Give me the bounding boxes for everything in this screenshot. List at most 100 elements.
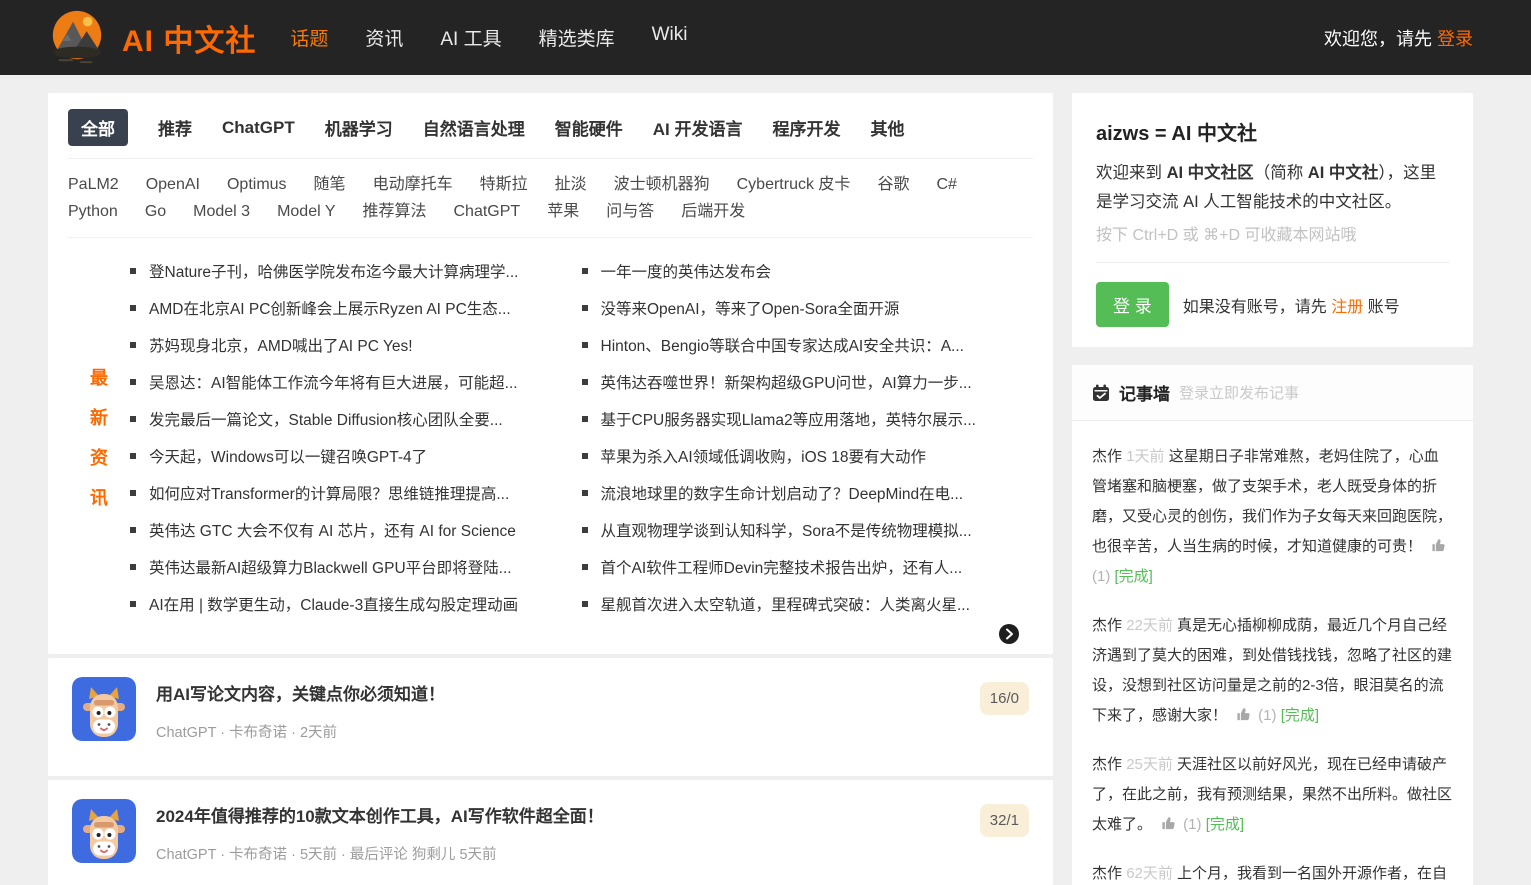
square-bullet-icon [582,453,588,459]
note-author[interactable]: 杰作 [1092,865,1122,882]
news-link[interactable]: 首个AI软件工程师Devin完整技术报告出炉，还有人... [601,556,963,578]
news-link[interactable]: 今天起，Windows可以一键召唤GPT-4了 [149,445,427,467]
square-bullet-icon [582,305,588,311]
news-column-1: 登Nature子刊，哈佛医学院发布迄今最大计算病理学... AMD在北京AI PC… [130,252,582,622]
secondary-filter-tag[interactable]: C# [936,171,956,198]
news-link[interactable]: 如何应对Transformer的计算局限？思维链推理提高... [149,482,509,504]
secondary-filter-tag[interactable]: Model Y [277,198,335,225]
register-link[interactable]: 注册 [1331,299,1363,316]
latest-news-label-char: 资 [90,444,108,470]
secondary-filter-tag[interactable]: 扯淡 [555,171,587,198]
primary-filter-tag[interactable]: 推荐 [158,109,192,146]
news-link[interactable]: 一年一度的英伟达发布会 [601,260,772,282]
news-item: Hinton、Bengio等联合中国专家达成AI安全共识：A... [582,326,1034,363]
bookmark-hint: 按下 Ctrl+D 或 ⌘+D 可收藏本网站哦 [1096,221,1449,245]
secondary-filter-tag[interactable]: 特斯拉 [480,171,528,198]
secondary-filter-tag[interactable]: Go [145,198,166,225]
news-link[interactable]: 登Nature子刊，哈佛医学院发布迄今最大计算病理学... [149,260,518,282]
news-link[interactable]: 发完最后一篇论文，Stable Diffusion核心团队全要... [149,408,503,430]
note-like-count: (1) [1092,568,1115,585]
thumbs-up-icon[interactable] [1431,538,1446,553]
thumbs-up-icon[interactable] [1236,707,1251,722]
secondary-filter-tag[interactable]: 后端开发 [681,198,745,225]
note-item: 杰作 62天前 上个月，我看到一名国外开源作者，在自己的项目上说自己生活不下去，… [1092,859,1453,885]
news-link[interactable]: AMD在北京AI PC创新峰会上展示Ryzen AI PC生态... [149,297,511,319]
primary-filter-tag[interactable]: 程序开发 [772,109,840,146]
nav-item-featured-libs[interactable]: 精选类库 [539,24,615,51]
news-link[interactable]: 英伟达最新AI超级算力Blackwell GPU平台即将登陆... [149,556,512,578]
secondary-filter-tag[interactable]: OpenAI [146,171,200,198]
secondary-filter-tag[interactable]: 苹果 [547,198,579,225]
news-link[interactable]: 没等来OpenAI，等来了Open-Sora全面开源 [601,297,900,319]
latest-news-label-char: 最 [90,364,108,390]
notes-wall-body: 杰作 1天前 这星期日子非常难熬，老妈住院了，心血管堵塞和脑梗塞，做了支架手术，… [1072,421,1473,885]
news-item: 星舰首次进入太空轨道，里程碑式突破：人类离火星... [582,585,1034,622]
square-bullet-icon [130,490,136,496]
news-link[interactable]: AI在用 | 数学更生动，Claude-3直接生成勾股定理动画 [149,593,518,615]
primary-filter-tag[interactable]: AI 开发语言 [653,109,743,146]
nav-item-news[interactable]: 资讯 [365,24,403,51]
news-link[interactable]: 流浪地球里的数字生命计划启动了？DeepMind在电... [601,482,964,504]
secondary-filter-tag[interactable]: ChatGPT [454,198,521,225]
nav-item-ai-tools[interactable]: AI 工具 [440,24,501,51]
brand[interactable]: AI 中文社 [48,9,256,67]
secondary-filter-tag[interactable]: 谷歌 [877,171,909,198]
news-link[interactable]: 基于CPU服务器实现Llama2等应用落地，英特尔展示... [601,408,976,430]
square-bullet-icon [130,527,136,533]
primary-filter-tag[interactable]: 其他 [870,109,904,146]
note-author[interactable]: 杰作 [1092,448,1122,465]
primary-filter-tag[interactable]: ChatGPT [222,112,295,144]
topic-title[interactable]: 用AI写论文内容，关键点你必须知道！ [156,680,960,705]
secondary-filter-tag[interactable]: PaLM2 [68,171,119,198]
login-link[interactable]: 登录 [1437,29,1473,49]
secondary-filter-tag[interactable]: Python [68,198,118,225]
square-bullet-icon [130,453,136,459]
login-button[interactable]: 登 录 [1096,282,1169,327]
news-link[interactable]: 英伟达吞噬世界！新架构超级GPU问世，AI算力一步... [601,371,972,393]
secondary-filter-tag[interactable]: 推荐算法 [362,198,426,225]
secondary-filter-tag[interactable]: 随笔 [314,171,346,198]
secondary-filter-tag[interactable]: Optimus [227,171,287,198]
note-author[interactable]: 杰作 [1092,617,1122,634]
latest-news-label-char: 新 [90,404,108,430]
notes-wall-title: 记事墙 [1119,380,1170,405]
news-item: 苹果为杀入AI领域低调收购，iOS 18要有大动作 [582,437,1034,474]
secondary-filter-tag[interactable]: Model 3 [193,198,250,225]
primary-filter-tag[interactable]: 全部 [68,109,128,146]
note-author[interactable]: 杰作 [1092,756,1122,773]
primary-filter-tag[interactable]: 智能硬件 [555,109,623,146]
note-done-tag[interactable]: [完成] [1115,568,1153,585]
secondary-filter-tag[interactable]: 问与答 [606,198,654,225]
secondary-filter-tag[interactable]: 电动摩托车 [373,171,453,198]
thumbs-up-icon[interactable] [1161,816,1176,831]
primary-filter-tag[interactable]: 自然语言处理 [423,109,525,146]
news-link[interactable]: Hinton、Bengio等联合中国专家达成AI安全共识：A... [601,334,964,356]
secondary-filter-row: PaLM2 OpenAI Optimus 随笔电动摩托车特斯拉扯淡波士顿机器狗 Cybe… [68,159,1033,238]
note-done-tag[interactable]: [完成] [1206,816,1244,833]
secondary-filter-tag[interactable]: 波士顿机器狗 [614,171,710,198]
secondary-filter-tag[interactable]: Cybertruck 皮卡 [737,171,851,198]
news-link[interactable]: 英伟达 GTC 大会不仅有 AI 芯片，还有 AI for Science [149,519,516,541]
news-item: AMD在北京AI PC创新峰会上展示Ryzen AI PC生态... [130,289,582,326]
news-item: 登Nature子刊，哈佛医学院发布迄今最大计算病理学... [130,252,582,289]
news-link[interactable]: 星舰首次进入太空轨道，里程碑式突破：人类离火星... [601,593,970,615]
more-news-button[interactable] [999,624,1019,644]
nav-item-wiki[interactable]: Wiki [652,24,688,51]
filter-news-card: 全部推荐 ChatGPT 机器学习自然语言处理智能硬件 AI 开发语言程序开发其他 P… [48,93,1053,654]
news-item: 发完最后一篇论文，Stable Diffusion核心团队全要... [130,400,582,437]
latest-news-section: 最新资讯 登Nature子刊，哈佛医学院发布迄今最大计算病理学...AMD在北京… [68,238,1033,622]
topic-meta: ChatGPT · 卡布奇诺 · 2天前 [156,721,960,742]
news-link[interactable]: 吴恩达：AI智能体工作流今年将有巨大进展，可能超... [149,371,518,393]
news-item: 一年一度的英伟达发布会 [582,252,1034,289]
news-link[interactable]: 苹果为杀入AI领域低调收购，iOS 18要有大动作 [601,445,927,467]
topic-replies-badge: 16/0 [980,682,1029,715]
square-bullet-icon [130,416,136,422]
topic-title[interactable]: 2024年值得推荐的10款文本创作工具，AI写作软件超全面！ [156,802,960,827]
square-bullet-icon [130,342,136,348]
news-link[interactable]: 从直观物理学谈到认知科学，Sora不是传统物理模拟... [601,519,972,541]
note-time: 62天前 [1126,865,1173,882]
news-link[interactable]: 苏妈现身北京，AMD喊出了AI PC Yes! [149,334,413,356]
note-done-tag[interactable]: [完成] [1281,707,1319,724]
nav-item-topics[interactable]: 话题 [290,24,328,51]
primary-filter-tag[interactable]: 机器学习 [325,109,393,146]
